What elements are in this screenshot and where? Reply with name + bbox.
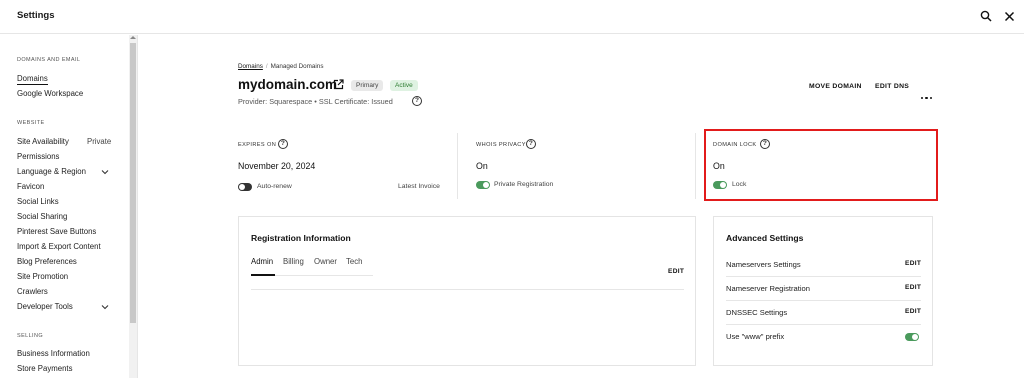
nameservers-settings-edit-button[interactable]: EDIT	[905, 260, 921, 267]
www-prefix-toggle[interactable]	[905, 333, 919, 341]
sidebar-scrollbar[interactable]	[129, 35, 137, 378]
sidebar-item-social-sharing[interactable]: Social Sharing	[17, 212, 67, 221]
sidebar-item-pinterest-save-buttons[interactable]: Pinterest Save Buttons	[17, 227, 96, 236]
expiry-date: November 20, 2024	[238, 161, 316, 171]
page-title: Settings	[17, 10, 55, 21]
help-icon[interactable]: ?	[278, 139, 288, 149]
divider	[726, 324, 921, 325]
sidebar-section-website: WEBSITE	[17, 120, 45, 126]
domain-name: mydomain.com	[238, 77, 338, 92]
provider-info: Provider: Squarespace • SSL Certificate:…	[238, 96, 422, 106]
top-bar: Settings	[0, 0, 1024, 34]
help-icon[interactable]: ?	[526, 139, 536, 149]
sidebar-section-selling: SELLING	[17, 333, 44, 339]
private-registration-toggle[interactable]	[476, 181, 490, 189]
www-prefix-label: Use "www" prefix	[726, 332, 785, 341]
latest-invoice-link[interactable]: Latest Invoice	[398, 183, 440, 190]
chevron-down-icon[interactable]	[101, 303, 109, 311]
divider	[726, 300, 921, 301]
tab-billing[interactable]: Billing	[283, 257, 304, 266]
private-registration-label: Private Registration	[494, 181, 554, 188]
card-divider	[457, 133, 458, 199]
sidebar-item-blog-preferences[interactable]: Blog Preferences	[17, 257, 77, 266]
breadcrumb-current: Managed Domains	[270, 63, 324, 70]
sidebar-item-store-payments[interactable]: Store Payments	[17, 364, 72, 373]
sidebar-item-google-workspace[interactable]: Google Workspace	[17, 89, 83, 98]
help-icon[interactable]: ?	[412, 96, 422, 106]
sidebar-item-favicon[interactable]: Favicon	[17, 182, 44, 191]
scrollbar-thumb[interactable]	[130, 43, 136, 323]
sidebar-section-domains: DOMAINS AND EMAIL	[17, 57, 81, 63]
advanced-settings-title: Advanced Settings	[726, 233, 804, 243]
tab-tech[interactable]: Tech	[346, 257, 362, 266]
more-options-icon[interactable]	[921, 86, 934, 104]
divider	[726, 276, 921, 277]
tab-owner[interactable]: Owner	[314, 257, 337, 266]
sidebar-item-business-information[interactable]: Business Information	[17, 349, 90, 358]
nameserver-registration-label: Nameserver Registration	[726, 284, 810, 293]
sidebar-item-site-availability[interactable]: Site Availability	[17, 137, 69, 146]
nameserver-registration-edit-button[interactable]: EDIT	[905, 284, 921, 291]
sidebar-item-crawlers[interactable]: Crawlers	[17, 287, 48, 296]
breadcrumb: Domains / Managed Domains	[238, 63, 324, 70]
close-icon[interactable]	[1002, 9, 1016, 23]
sidebar-item-site-promotion[interactable]: Site Promotion	[17, 272, 68, 281]
sidebar-item-language-region[interactable]: Language & Region	[17, 167, 86, 176]
move-domain-button[interactable]: MOVE DOMAIN	[809, 83, 862, 90]
sidebar-item-import-export[interactable]: Import & Export Content	[17, 242, 101, 251]
provider-text: Provider: Squarespace • SSL Certificate:…	[238, 97, 393, 106]
sidebar-item-domains[interactable]: Domains	[17, 74, 48, 85]
sidebar: DOMAINS AND EMAIL Domains Google Workspa…	[0, 35, 138, 378]
sidebar-item-developer-tools[interactable]: Developer Tools	[17, 302, 73, 311]
site-availability-status: Private	[87, 137, 112, 146]
active-badge: Active	[390, 80, 418, 91]
registration-edit-button[interactable]: EDIT	[668, 268, 684, 275]
auto-renew-label: Auto-renew	[257, 183, 292, 190]
active-tab-indicator	[251, 274, 275, 276]
edit-dns-button[interactable]: EDIT DNS	[875, 83, 909, 90]
whois-value: On	[476, 161, 488, 171]
primary-badge: Primary	[351, 80, 384, 91]
search-icon[interactable]	[979, 9, 993, 23]
divider	[251, 289, 684, 290]
external-link-icon[interactable]	[333, 79, 344, 90]
nameservers-settings-label: Nameservers Settings	[726, 260, 801, 269]
sidebar-item-social-links[interactable]: Social Links	[17, 197, 59, 206]
dnssec-settings-edit-button[interactable]: EDIT	[905, 308, 921, 315]
dnssec-settings-label: DNSSEC Settings	[726, 308, 788, 317]
card-divider	[695, 133, 696, 199]
tab-admin[interactable]: Admin	[251, 257, 273, 266]
sidebar-item-permissions[interactable]: Permissions	[17, 152, 59, 161]
breadcrumb-domains-link[interactable]: Domains	[238, 63, 263, 70]
auto-renew-toggle[interactable]	[238, 183, 252, 191]
expires-label: EXPIRES ON ?	[238, 139, 288, 149]
registration-title: Registration Information	[251, 233, 351, 243]
whois-label: WHOIS PRIVACY ?	[476, 139, 536, 149]
domain-lock-highlight	[704, 129, 938, 201]
chevron-down-icon[interactable]	[101, 168, 109, 176]
scroll-up-arrow-icon[interactable]	[130, 36, 136, 39]
